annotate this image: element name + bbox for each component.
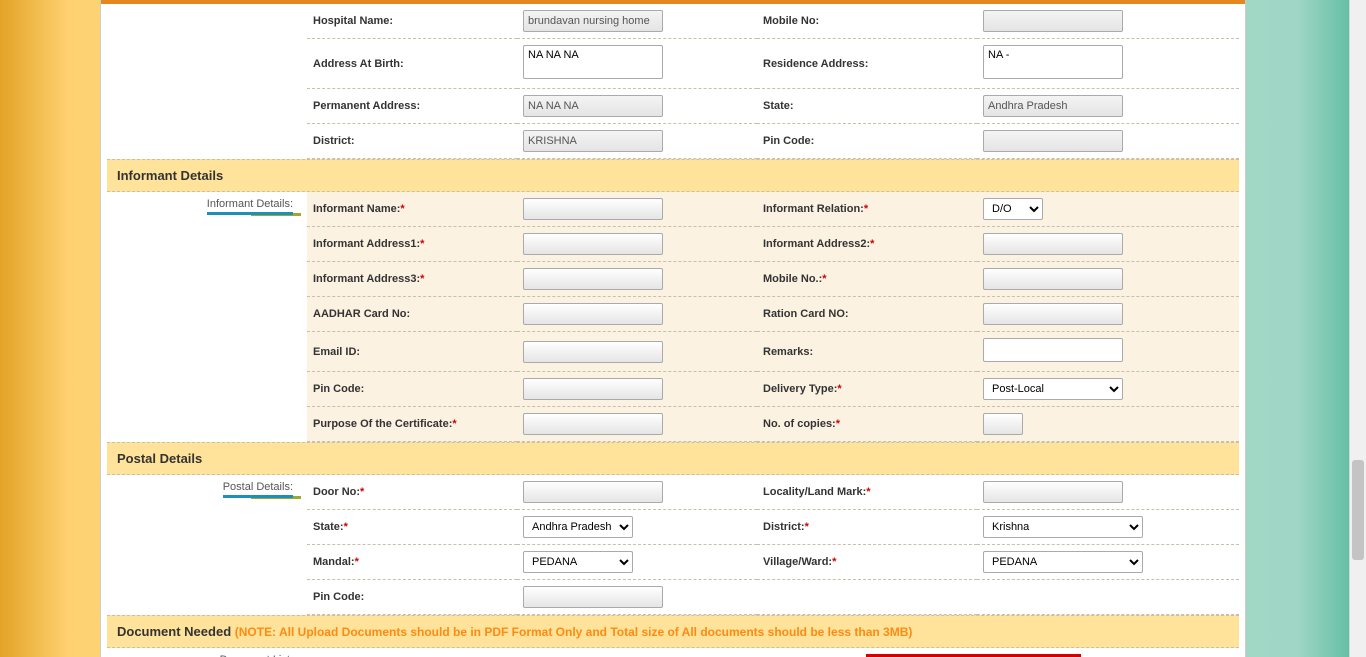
main-column: Hospital Name: Mobile No: Address At Bir… xyxy=(100,0,1246,657)
state-label: State: xyxy=(757,89,977,124)
email-input[interactable] xyxy=(523,341,663,363)
aadhar-input[interactable] xyxy=(523,303,663,325)
address-at-birth-label: Address At Birth: xyxy=(307,39,517,89)
scrollbar-thumb[interactable] xyxy=(1352,460,1364,560)
district-input xyxy=(523,130,663,152)
permanent-address-label: Permanent Address: xyxy=(307,89,517,124)
pin-code-label: Pin Code: xyxy=(757,124,977,159)
mobile-no-input xyxy=(983,10,1123,32)
informant-mobile-label: Mobile No.: xyxy=(763,273,822,285)
informant-addr2-label: Informant Address2: xyxy=(763,238,870,250)
locality-label: Locality/Land Mark: xyxy=(763,486,866,498)
hospital-name-input xyxy=(523,10,663,32)
door-no-input[interactable] xyxy=(523,481,663,503)
postal-district-select[interactable]: Krishna xyxy=(983,516,1143,538)
informant-pin-label: Pin Code: xyxy=(307,372,517,407)
document-table: Document List: Application Form:* File B… xyxy=(107,648,1239,657)
document-section-title: Document Needed xyxy=(117,624,231,639)
informant-name-label: Informant Name: xyxy=(313,203,400,215)
vertical-scrollbar[interactable] xyxy=(1349,0,1366,657)
informant-addr3-label: Informant Address3: xyxy=(313,273,420,285)
state-input xyxy=(983,95,1123,117)
door-no-label: Door No: xyxy=(313,486,360,498)
informant-name-input[interactable] xyxy=(523,198,663,220)
pin-code-input xyxy=(983,130,1123,152)
mobile-no-label: Mobile No: xyxy=(757,4,977,39)
left-gutter xyxy=(107,4,307,39)
postal-section-head: Postal Details xyxy=(107,442,1239,475)
mandal-label: Mandal: xyxy=(313,556,355,568)
hospital-name-label: Hospital Name: xyxy=(307,4,517,39)
district-label: District: xyxy=(307,124,517,159)
locality-input[interactable] xyxy=(983,481,1123,503)
document-section-head: Document Needed (NOTE: All Upload Docume… xyxy=(107,615,1239,648)
village-label: Village/Ward: xyxy=(763,556,832,568)
delivery-type-label: Delivery Type: xyxy=(763,383,837,395)
informant-relation-select[interactable]: D/O xyxy=(983,198,1043,220)
ration-label: Ration Card NO: xyxy=(757,297,977,332)
address-at-birth-textarea[interactable]: NA NA NA xyxy=(523,45,663,79)
postal-pin-input[interactable] xyxy=(523,586,663,608)
informant-addr1-input[interactable] xyxy=(523,233,663,255)
ration-input[interactable] xyxy=(983,303,1123,325)
content: Hospital Name: Mobile No: Address At Bir… xyxy=(101,4,1245,657)
informant-section-head: Informant Details xyxy=(107,159,1239,192)
village-select[interactable]: PEDANA xyxy=(983,551,1143,573)
informant-addr1-label: Informant Address1: xyxy=(313,238,420,250)
informant-pin-input[interactable] xyxy=(523,378,663,400)
informant-addr2-input[interactable] xyxy=(983,233,1123,255)
delivery-type-select[interactable]: Post-Local xyxy=(983,378,1123,400)
informant-relation-label: Informant Relation: xyxy=(763,203,864,215)
scroll-shell: Hospital Name: Mobile No: Address At Bir… xyxy=(0,0,1346,657)
purpose-label: Purpose Of the Certificate: xyxy=(313,418,452,430)
postal-state-label: State: xyxy=(313,521,344,533)
informant-mobile-input[interactable] xyxy=(983,268,1123,290)
remarks-label: Remarks: xyxy=(757,332,977,372)
purpose-input[interactable] xyxy=(523,413,663,435)
postal-state-select[interactable]: Andhra Pradesh xyxy=(523,516,633,538)
aadhar-label: AADHAR Card No: xyxy=(307,297,517,332)
page: Hospital Name: Mobile No: Address At Bir… xyxy=(0,0,1366,657)
informant-side-label: Informant Details: xyxy=(113,198,301,210)
birth-details-table: Hospital Name: Mobile No: Address At Bir… xyxy=(107,4,1239,159)
permanent-address-input xyxy=(523,95,663,117)
residence-address-textarea[interactable]: NA - xyxy=(983,45,1123,79)
postal-side-label: Postal Details: xyxy=(113,481,301,493)
informant-table: Informant Details: Informant Name:* Info… xyxy=(107,192,1239,442)
postal-district-label: District: xyxy=(763,521,805,533)
remarks-textarea[interactable] xyxy=(983,338,1123,362)
copies-label: No. of copies: xyxy=(763,418,836,430)
document-note: (NOTE: All Upload Documents should be in… xyxy=(235,625,913,639)
postal-pin-label: Pin Code: xyxy=(307,580,517,615)
email-label: Email ID: xyxy=(307,332,517,372)
informant-addr3-input[interactable] xyxy=(523,268,663,290)
copies-input[interactable] xyxy=(983,413,1023,435)
residence-address-label: Residence Address: xyxy=(757,39,977,89)
mandal-select[interactable]: PEDANA xyxy=(523,551,633,573)
postal-table: Postal Details: Door No:* Locality/Land … xyxy=(107,475,1239,615)
